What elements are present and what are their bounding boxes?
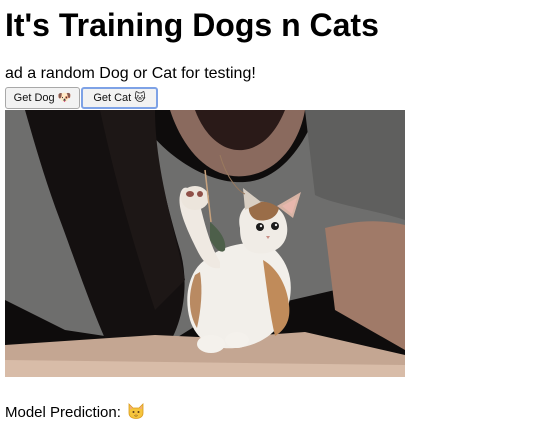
cat-face-icon: 🐱 bbox=[134, 92, 146, 104]
kitten-photo bbox=[5, 110, 405, 377]
get-dog-button[interactable]: Get Dog 🐶 bbox=[5, 87, 80, 109]
cat-face-icon bbox=[128, 403, 144, 419]
model-prediction: Model Prediction: bbox=[5, 402, 145, 422]
get-dog-label: Get Dog bbox=[13, 92, 55, 104]
model-prediction-label: Model Prediction: bbox=[5, 404, 121, 421]
dog-face-icon: 🐶 bbox=[57, 92, 72, 104]
page-title: It's Training Dogs n Cats bbox=[5, 7, 379, 43]
get-cat-button[interactable]: Get Cat 🐱 bbox=[81, 87, 158, 109]
page-subtitle: ad a random Dog or Cat for testing! bbox=[5, 65, 256, 82]
page: It's Training Dogs n Cats ad a random Do… bbox=[0, 0, 538, 436]
get-cat-label: Get Cat bbox=[93, 92, 132, 104]
